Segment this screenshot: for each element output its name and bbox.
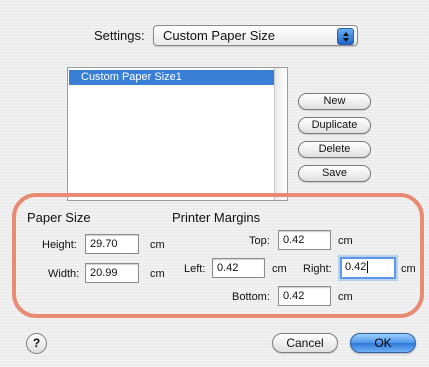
cancel-button[interactable]: Cancel — [272, 333, 338, 353]
help-button[interactable]: ? — [26, 333, 47, 354]
popup-arrows-icon — [337, 28, 354, 45]
bottom-field[interactable]: 0.42 — [278, 286, 331, 306]
width-label: Width: — [48, 268, 80, 280]
height-label: Height: — [42, 239, 77, 251]
top-field[interactable]: 0.42 — [278, 230, 331, 250]
text-caret — [367, 261, 369, 274]
paper-size-title: Paper Size — [27, 210, 91, 225]
height-field[interactable]: 29.70 — [85, 234, 139, 254]
printer-margins-title: Printer Margins — [172, 210, 261, 225]
settings-popup-value: Custom Paper Size — [163, 28, 275, 43]
left-label: Left: — [184, 263, 206, 275]
width-unit: cm — [150, 268, 165, 280]
bottom-unit: cm — [338, 291, 353, 303]
right-field-value: 0.42 — [345, 261, 367, 273]
bottom-label: Bottom: — [232, 291, 270, 303]
top-label: Top: — [249, 235, 270, 247]
save-button[interactable]: Save — [298, 165, 371, 182]
right-field[interactable]: 0.42 — [340, 257, 396, 279]
delete-button[interactable]: Delete — [298, 141, 371, 158]
left-field[interactable]: 0.42 — [212, 258, 265, 278]
height-unit: cm — [150, 239, 165, 251]
ok-button[interactable]: OK — [350, 333, 416, 353]
list-item[interactable]: Custom Paper Size1 — [69, 70, 276, 85]
settings-popup[interactable]: Custom Paper Size — [153, 25, 358, 46]
left-unit: cm — [272, 263, 287, 275]
list-scrollbar[interactable] — [274, 68, 287, 200]
duplicate-button[interactable]: Duplicate — [298, 117, 371, 134]
right-label: Right: — [303, 263, 332, 275]
new-button[interactable]: New — [298, 93, 371, 110]
width-field[interactable]: 20.99 — [85, 263, 139, 283]
settings-label: Settings: — [94, 28, 145, 43]
paper-size-list[interactable]: Custom Paper Size1 — [67, 67, 288, 201]
top-unit: cm — [338, 235, 353, 247]
right-unit: cm — [401, 263, 416, 275]
